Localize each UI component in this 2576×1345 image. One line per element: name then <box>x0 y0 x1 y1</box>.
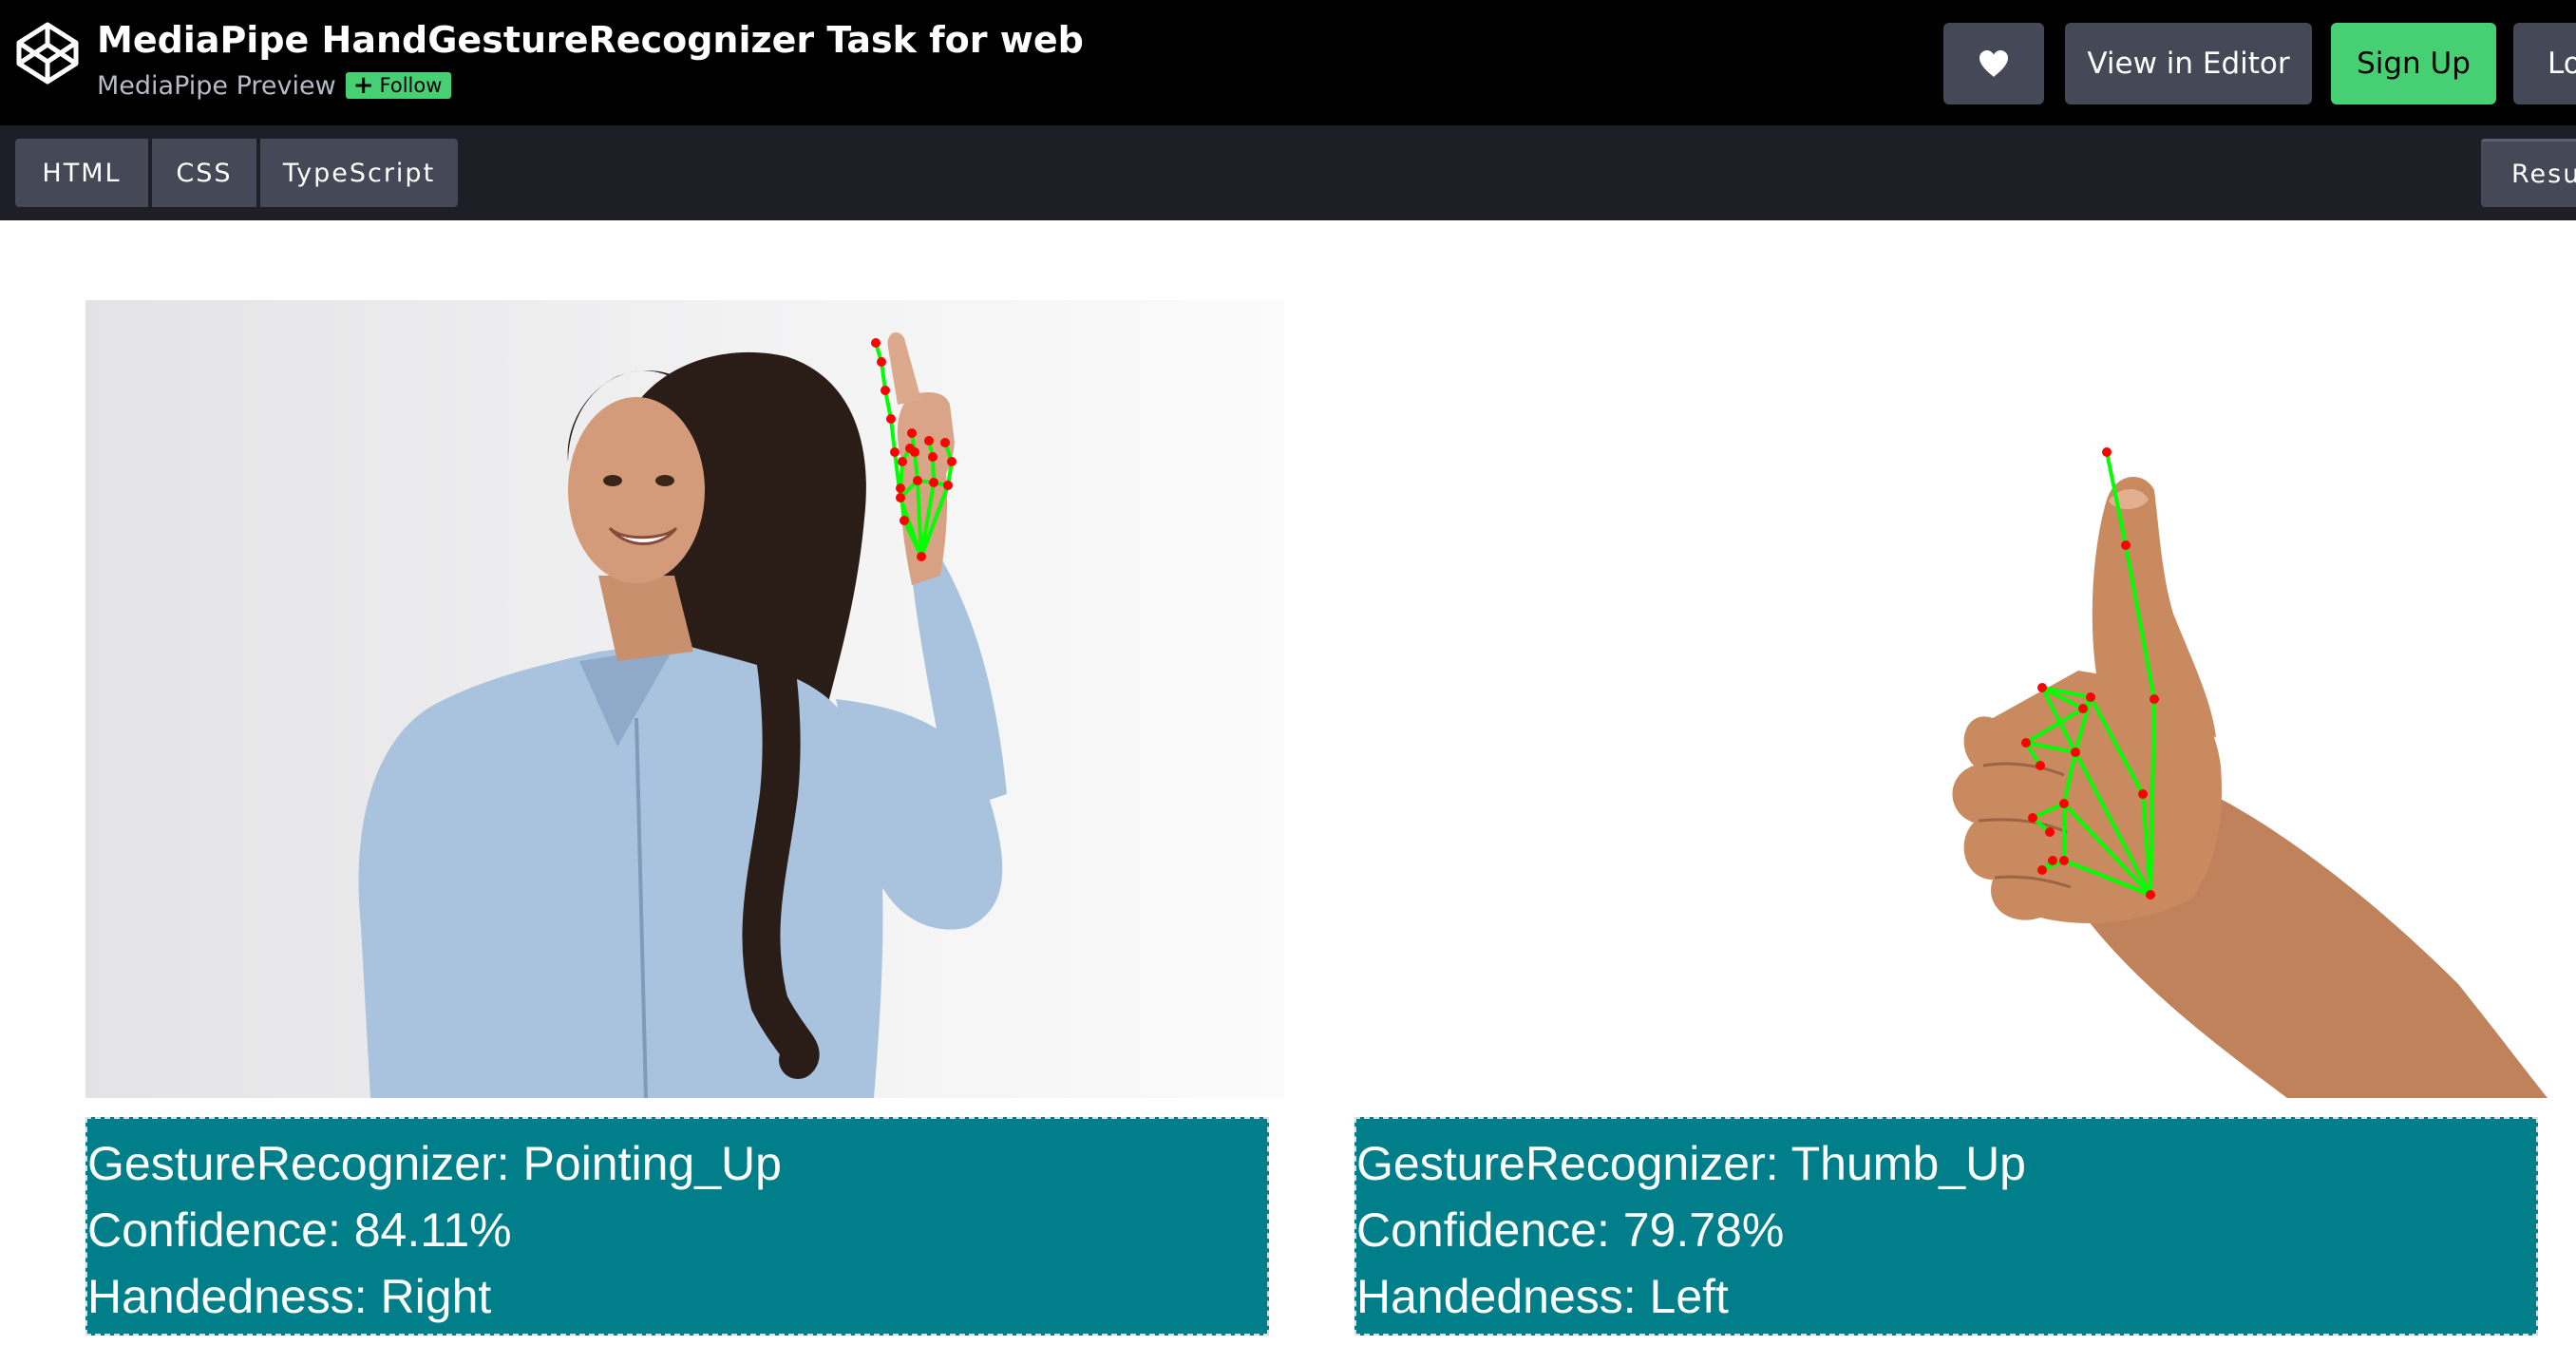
handedness-label: Handedness: Right <box>87 1270 492 1323</box>
owner-link[interactable]: MediaPipe Preview <box>97 71 336 101</box>
confidence-label: Confidence: 79.78% <box>1356 1203 1785 1257</box>
owner-row: MediaPipe Preview + Follow <box>97 68 452 103</box>
tab-css[interactable]: CSS <box>152 139 256 207</box>
plus-icon: + <box>352 70 374 100</box>
follow-button[interactable]: + Follow <box>345 70 452 100</box>
tab-result[interactable]: Resul <box>2481 139 2576 207</box>
result-panel-thumb-up: GestureRecognizer: Thumb_Up Confidence: … <box>1354 1117 2538 1336</box>
gesture-label: GestureRecognizer: Pointing_Up <box>87 1137 782 1190</box>
pen-title: MediaPipe HandGestureRecognizer Task for… <box>97 19 1084 61</box>
codepen-logo-icon[interactable] <box>13 19 82 87</box>
heart-icon <box>1979 50 2008 77</box>
sign-up-button[interactable]: Sign Up <box>2331 23 2496 104</box>
result-image-thumb-up[interactable] <box>1356 300 2548 1098</box>
tab-html[interactable]: HTML <box>15 139 148 207</box>
confidence-label: Confidence: 84.11% <box>87 1203 512 1257</box>
tab-typescript[interactable]: TypeScript <box>260 139 458 207</box>
editor-tab-bar: HTML CSS TypeScript Resul <box>0 125 2576 220</box>
view-in-editor-button[interactable]: View in Editor <box>2065 23 2312 104</box>
codepen-header: MediaPipe HandGestureRecognizer Task for… <box>0 0 2576 125</box>
log-in-button[interactable]: Lo <box>2513 23 2576 104</box>
result-panel-pointing-up: GestureRecognizer: Pointing_Up Confidenc… <box>85 1117 1269 1336</box>
heart-button[interactable] <box>1943 23 2044 104</box>
handedness-label: Handedness: Left <box>1356 1270 1729 1323</box>
result-image-pointing-up[interactable] <box>85 300 1284 1098</box>
gesture-label: GestureRecognizer: Thumb_Up <box>1356 1137 2026 1190</box>
follow-label: Follow <box>379 73 443 97</box>
